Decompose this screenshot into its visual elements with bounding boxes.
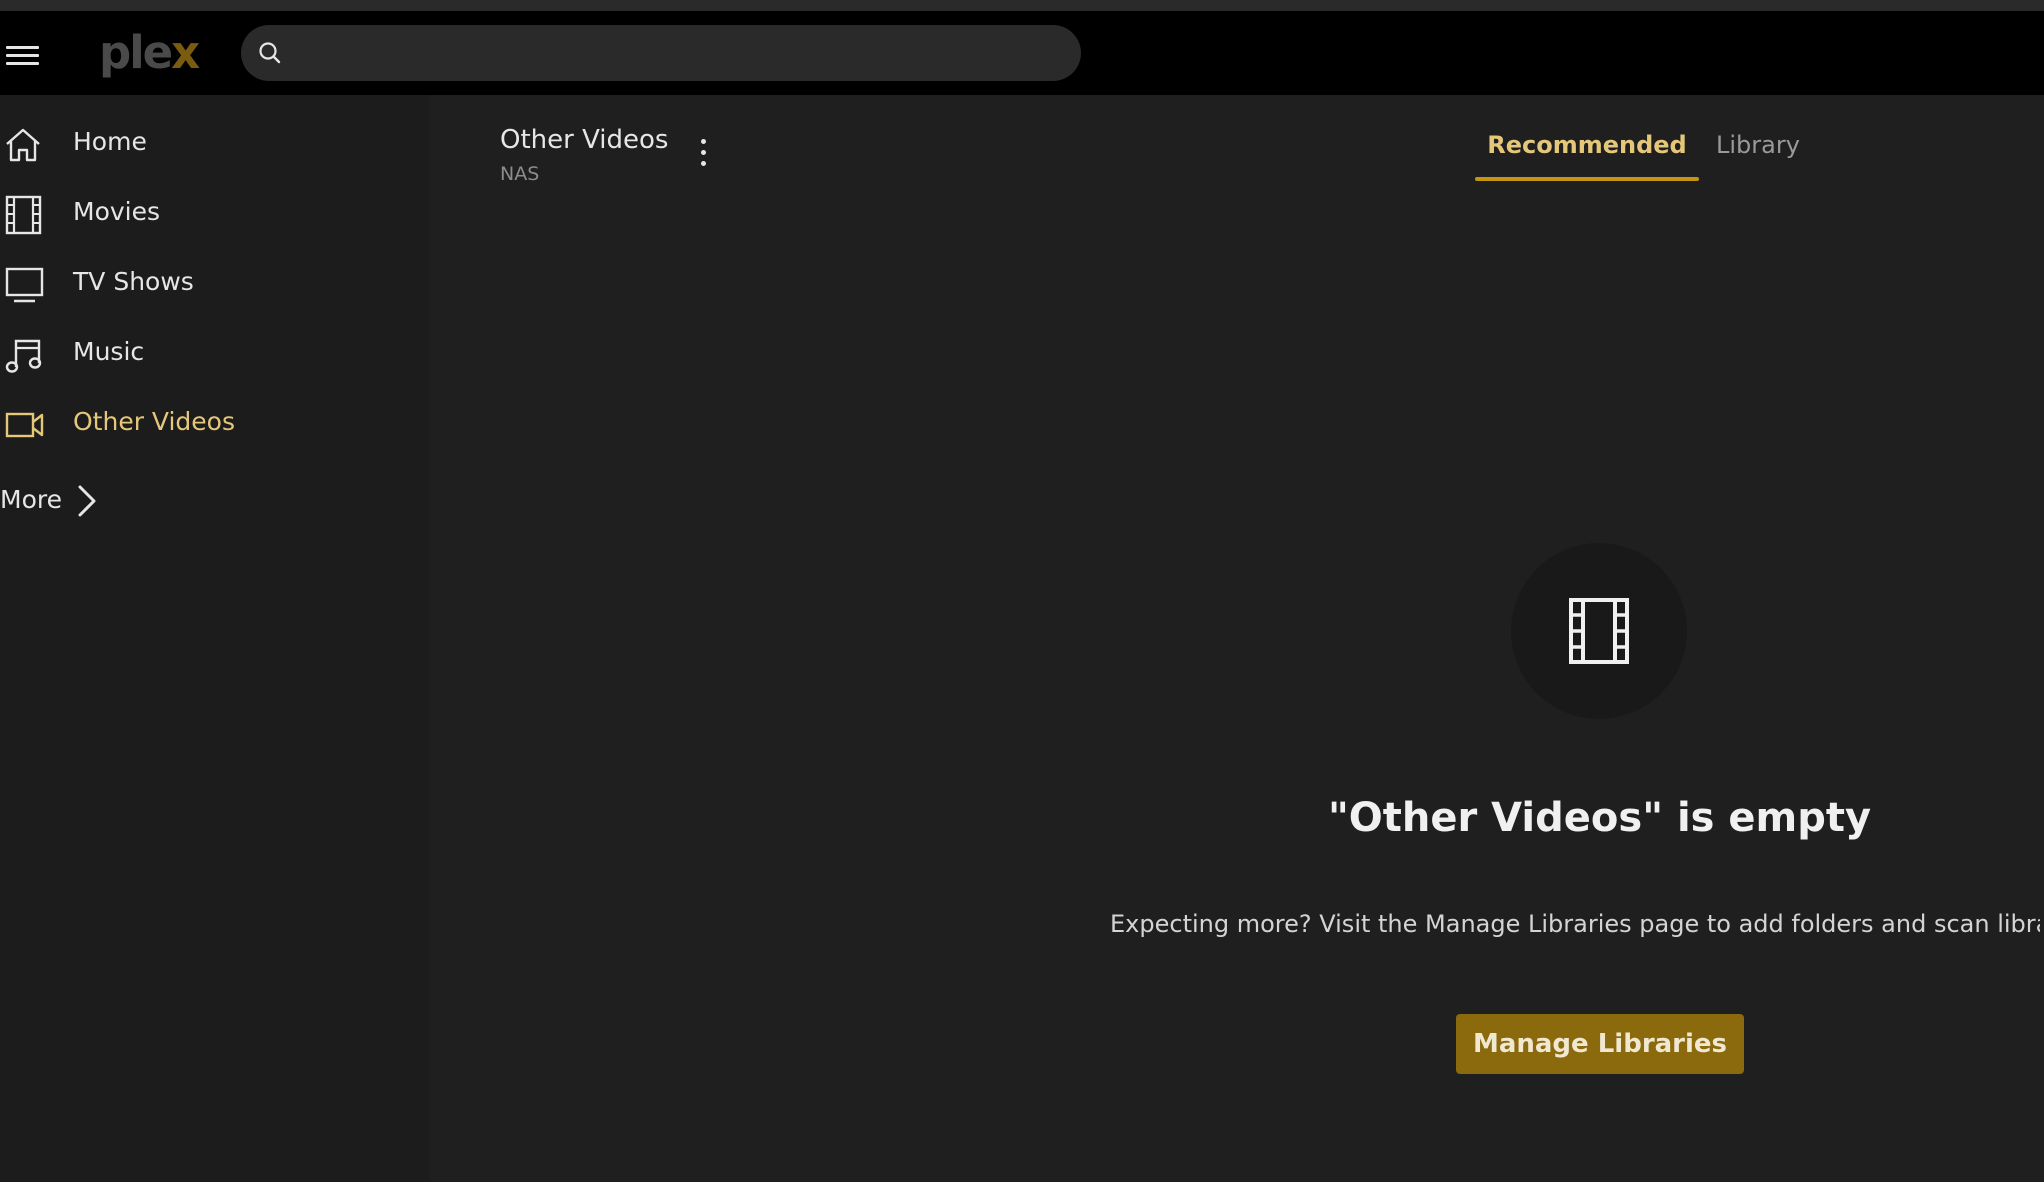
- main-content: Other Videos NAS Recommended Library "Ot…: [430, 95, 2044, 1182]
- sidebar-item-label: TV Shows: [73, 267, 194, 296]
- window-top-strip: [0, 0, 2044, 11]
- hamburger-menu-icon[interactable]: [6, 41, 42, 69]
- tab-label: Recommended: [1487, 131, 1687, 159]
- manage-libraries-button[interactable]: Manage Libraries: [1456, 1014, 1744, 1074]
- tab-library[interactable]: Library: [1716, 131, 1800, 159]
- tab-recommended[interactable]: Recommended: [1475, 131, 1699, 181]
- logo-text: ple: [99, 26, 173, 79]
- sidebar-item-label: Other Videos: [73, 407, 235, 436]
- chevron-right-icon: [78, 485, 96, 517]
- film-icon: [5, 195, 42, 235]
- sidebar-item-label: Music: [73, 337, 145, 366]
- more-label: More: [0, 485, 62, 514]
- video-camera-icon: [5, 412, 44, 438]
- empty-state-title: "Other Videos" is empty: [1327, 795, 1872, 841]
- sidebar: Home Movies TV Shows Music Other Videos …: [0, 95, 430, 1182]
- plex-logo[interactable]: plex: [99, 26, 200, 79]
- music-note-icon: [5, 339, 42, 373]
- empty-state-badge: [1511, 543, 1687, 719]
- tab-label: Library: [1716, 131, 1800, 159]
- top-bar: plex: [0, 11, 2044, 95]
- sidebar-item-label: Movies: [73, 197, 161, 226]
- sidebar-item-other-videos[interactable]: Other Videos: [0, 395, 420, 451]
- sidebar-item-music[interactable]: Music: [0, 325, 420, 381]
- plex-app: plex Home Movies TV Shows Music Other Vi…: [0, 0, 2044, 1182]
- sidebar-item-home[interactable]: Home: [0, 115, 420, 171]
- sidebar-item-tv-shows[interactable]: TV Shows: [0, 255, 420, 311]
- library-server-name: NAS: [500, 163, 540, 185]
- home-icon: [6, 128, 40, 162]
- sidebar-more[interactable]: More: [0, 475, 140, 525]
- sidebar-item-movies[interactable]: Movies: [0, 185, 420, 241]
- more-options-icon[interactable]: [694, 135, 714, 171]
- library-title: Other Videos: [500, 125, 669, 155]
- search-input[interactable]: [297, 33, 1057, 73]
- search-icon[interactable]: [257, 40, 283, 66]
- search-bar[interactable]: [241, 25, 1081, 81]
- active-tab-indicator: [1475, 177, 1699, 181]
- empty-state-description: Expecting more? Visit the Manage Librari…: [1110, 910, 2040, 938]
- tv-icon: [5, 267, 44, 303]
- sidebar-item-label: Home: [73, 127, 147, 156]
- film-icon: [1569, 598, 1629, 664]
- logo-accent: x: [171, 26, 200, 79]
